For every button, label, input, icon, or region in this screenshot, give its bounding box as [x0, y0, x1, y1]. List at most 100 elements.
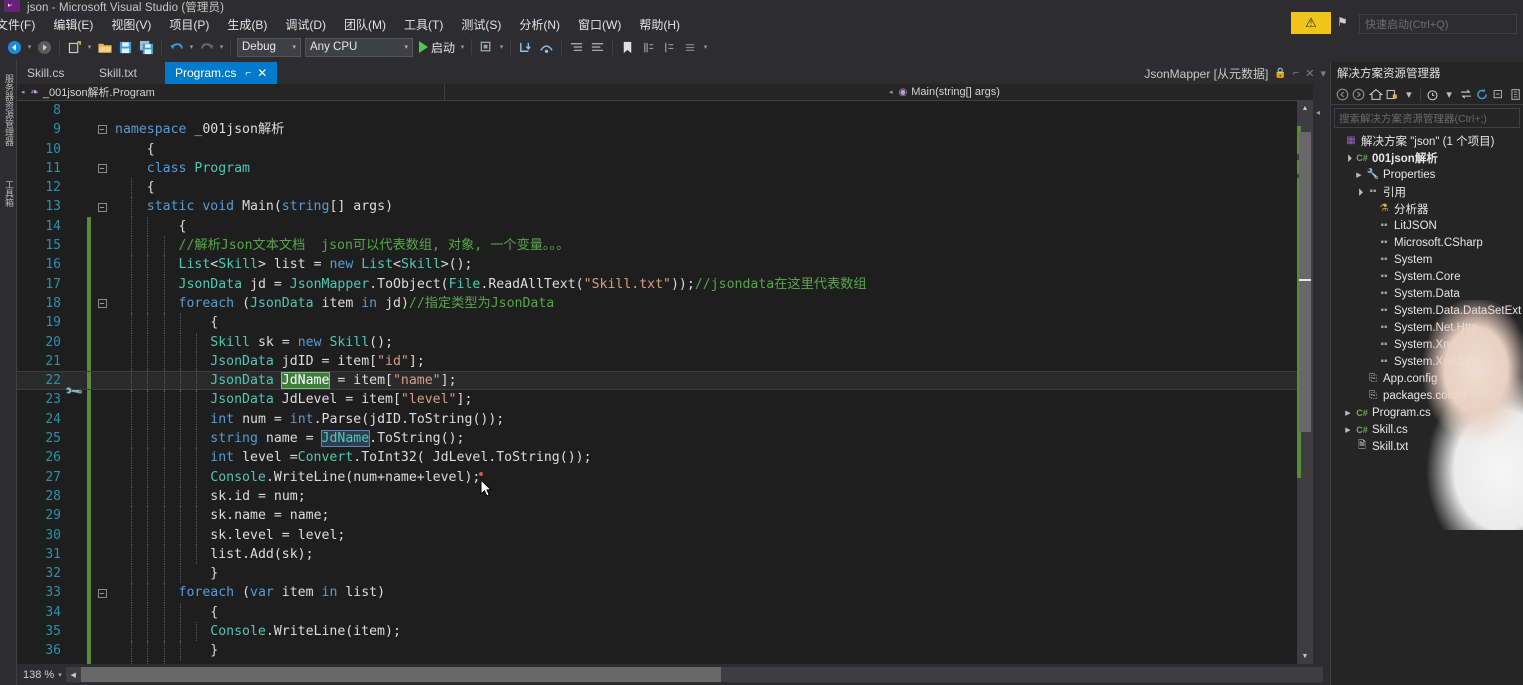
code-line[interactable]: 9 − namespace _001json解析 [17, 120, 1313, 139]
close-icon[interactable]: ✕ [257, 66, 267, 80]
tab-skill-txt[interactable]: Skill.txt [89, 62, 147, 84]
save-icon[interactable] [115, 37, 136, 58]
solution-tree-item[interactable]: ▪▪ System.Data.DataSetExtensions [1331, 302, 1523, 319]
solution-tree-item[interactable]: ▶ 🔧 Properties [1331, 166, 1523, 183]
solution-tree-item[interactable]: ▦ 解决方案 "json" (1 个项目) [1331, 132, 1523, 149]
fold-toggle[interactable]: − [91, 164, 113, 174]
rail-tab-server-explorer[interactable]: 服务器资源管理器 [1, 74, 16, 146]
code-line[interactable]: 25 string name = JdName.ToString(); [17, 429, 1313, 449]
uncomment-selection-icon[interactable] [659, 37, 680, 58]
code-text[interactable]: namespace _001json解析 [113, 120, 1313, 139]
code-line[interactable]: 30 sk.level = level; [17, 525, 1313, 545]
menu-debug[interactable]: 调试(D) [276, 14, 335, 36]
chevron-down-icon[interactable]: ▾ [1402, 86, 1417, 103]
code-line[interactable]: 35 Console.WriteLine(item); [17, 622, 1313, 642]
fold-toggle[interactable]: − [91, 299, 113, 309]
new-project-dropdown-icon[interactable]: ▾ [85, 37, 94, 58]
scrollbar-thumb[interactable] [1299, 132, 1311, 432]
solution-tree-item[interactable]: ▪▪ Microsoft.CSharp [1331, 234, 1523, 251]
outdent-icon[interactable] [587, 37, 608, 58]
chevron-down-icon[interactable]: ▾ [1442, 86, 1457, 103]
code-text[interactable]: int num = int.Parse(jdID.ToString()); [113, 409, 1313, 430]
new-project-icon[interactable] [64, 37, 85, 58]
attach-dropdown-icon[interactable]: ▾ [497, 37, 506, 58]
editor-vertical-scrollbar[interactable]: ▲ ▼ [1297, 101, 1313, 664]
collapse-icon[interactable]: − [97, 202, 107, 212]
solution-configuration-combo[interactable]: Debug ▾ [237, 37, 301, 57]
bookmark-icon[interactable] [617, 37, 638, 58]
solution-tree-item[interactable]: ▪▪ System.Net.Http [1331, 319, 1523, 336]
menu-project[interactable]: 项目(P) [160, 14, 218, 36]
start-debug-button[interactable]: 启动 ▾ [419, 37, 467, 58]
solution-tree-item[interactable]: ⎘ App.config [1331, 370, 1523, 387]
solution-tree-item[interactable]: ▶ C# Program.cs [1331, 404, 1523, 421]
solution-tree-item[interactable]: ⎘ packages.config [1331, 387, 1523, 404]
collapse-icon[interactable]: − [97, 299, 107, 309]
code-text[interactable]: sk.name = name; [113, 506, 1313, 526]
code-line[interactable]: 34 { [17, 602, 1313, 623]
sync-icon[interactable] [1458, 86, 1473, 103]
code-text[interactable]: { [113, 178, 1313, 198]
code-line[interactable]: 12 { [17, 178, 1313, 198]
menu-help[interactable]: 帮助(H) [630, 14, 689, 36]
tab-menu-icon[interactable]: ▾ [1320, 67, 1326, 80]
code-line[interactable]: 31 list.Add(sk); [17, 544, 1313, 565]
navbar-member-dropdown[interactable]: ◂ ◉ Main(string[] args) [885, 84, 1313, 101]
code-text[interactable]: list.Add(sk); [113, 544, 1313, 565]
code-text[interactable]: Console.WriteLine(item); [113, 622, 1313, 642]
code-text[interactable]: Skill sk = new Skill(); [113, 332, 1313, 352]
menu-view[interactable]: 视图(V) [102, 14, 160, 36]
solution-explorer-search-input[interactable]: 搜索解决方案资源管理器(Ctrl+;) [1334, 108, 1520, 128]
quick-launch-input[interactable]: 快速启动(Ctrl+Q) [1359, 14, 1517, 34]
back-icon[interactable] [1335, 86, 1350, 103]
menu-tools[interactable]: 工具(T) [395, 14, 452, 36]
attach-process-icon[interactable] [476, 37, 497, 58]
menu-edit[interactable]: 编辑(E) [44, 14, 102, 36]
code-text[interactable]: foreach (JsonData item in jd)//指定类型为Json… [113, 293, 1313, 314]
expander-expand-icon[interactable]: ▶ [1353, 171, 1365, 179]
code-line[interactable]: 33 − foreach (var item in list) [17, 583, 1313, 603]
pending-changes-icon[interactable] [1385, 86, 1400, 103]
history-icon[interactable] [1425, 86, 1440, 103]
code-text[interactable]: JsonData jd = JsonMapper.ToObject(File.R… [113, 274, 1313, 294]
code-text[interactable]: { [113, 216, 1313, 237]
scroll-up-icon[interactable]: ▲ [1297, 101, 1313, 116]
code-text[interactable]: int level =Convert.ToInt32( JdLevel.ToSt… [113, 448, 1313, 468]
code-line[interactable]: 16 List<Skill> list = new List<Skill>(); [17, 255, 1313, 275]
code-line[interactable]: 17 JsonData jd = JsonMapper.ToObject(Fil… [17, 274, 1313, 294]
menu-file[interactable]: 文件(F) [0, 14, 44, 36]
solution-platform-combo[interactable]: Any CPU ▾ [305, 37, 413, 57]
code-text[interactable]: Console.WriteLine(num+name+level); [113, 467, 1313, 487]
rail-tab-toolbox[interactable]: 工具箱 [1, 180, 16, 207]
pin-icon[interactable]: ⌐ [1293, 67, 1299, 79]
scroll-left-icon[interactable]: ◀ [65, 667, 81, 682]
solution-tree[interactable]: ▦ 解决方案 "json" (1 个项目) ◢ C# 001json解析 ▶ 🔧 Proper… [1331, 130, 1523, 455]
pin-icon[interactable]: ⌐ [245, 68, 251, 79]
code-line[interactable]: 10 { [17, 140, 1313, 159]
code-line[interactable]: 29 sk.name = name; [17, 506, 1313, 526]
scrollbar-track[interactable] [1297, 116, 1313, 649]
code-text[interactable]: string name = JdName.ToString(); [113, 429, 1313, 449]
collapse-icon[interactable]: − [97, 164, 107, 174]
toolbar-overflow-icon[interactable]: ▾ [701, 37, 710, 58]
code-text[interactable]: List<Skill> list = new List<Skill>(); [113, 255, 1313, 275]
rename-highlight[interactable]: JdName [280, 372, 331, 390]
code-line[interactable]: 24 int num = int.Parse(jdID.ToString()); [17, 409, 1313, 430]
code-line[interactable]: 11 − class Program [17, 159, 1313, 178]
collapse-icon[interactable]: − [97, 588, 107, 598]
collapse-all-icon[interactable] [1492, 86, 1507, 103]
menu-analyze[interactable]: 分析(N) [510, 14, 569, 36]
code-line[interactable]: 27 Console.WriteLine(num+name+level); [17, 467, 1313, 487]
horizontal-scrollbar[interactable] [80, 667, 1323, 682]
home-icon[interactable] [1368, 86, 1383, 103]
solution-tree-item[interactable]: ▪▪ System.Xml.Linq [1331, 353, 1523, 370]
code-text[interactable]: static void Main(string[] args) [113, 197, 1313, 217]
close-icon[interactable]: ✕ [1305, 67, 1314, 80]
fold-toggle[interactable]: − [91, 202, 113, 212]
code-line[interactable]: 28 sk.id = num; [17, 486, 1313, 507]
solution-tree-item[interactable]: ▪▪ System [1331, 251, 1523, 268]
code-line[interactable]: 13 − static void Main(string[] args) [17, 197, 1313, 217]
expander-collapse-icon[interactable]: ◢ [1352, 184, 1366, 198]
code-line[interactable]: 14 { [17, 216, 1313, 237]
solution-tree-item[interactable]: ▪▪ System.Core [1331, 268, 1523, 285]
